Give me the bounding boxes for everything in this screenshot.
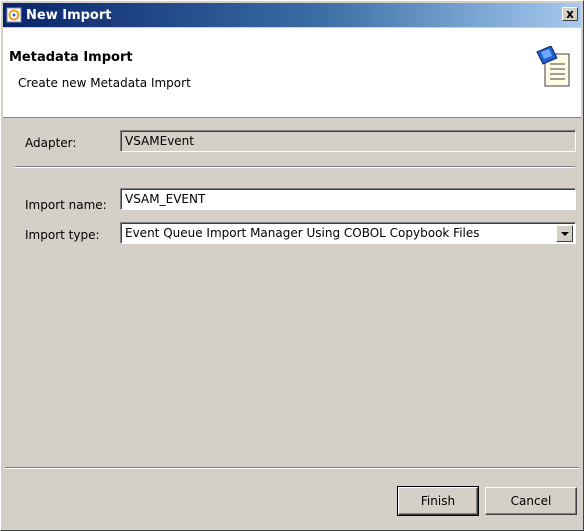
import-type-value: Event Queue Import Manager Using COBOL C… bbox=[125, 226, 480, 240]
cancel-button[interactable]: Cancel bbox=[485, 487, 577, 515]
adapter-field: VSAMEvent bbox=[120, 130, 576, 152]
header-description: Create new Metadata Import bbox=[18, 76, 191, 90]
import-type-label: Import type: bbox=[25, 228, 100, 242]
import-name-label: Import name: bbox=[25, 198, 107, 212]
close-button[interactable]: x bbox=[562, 7, 578, 21]
app-icon bbox=[6, 7, 22, 23]
header-title: Metadata Import bbox=[9, 50, 133, 65]
import-type-select[interactable]: Event Queue Import Manager Using COBOL C… bbox=[120, 222, 576, 244]
new-import-dialog: New Import x Metadata Import Create new … bbox=[0, 0, 584, 531]
title-bar[interactable]: New Import x bbox=[3, 3, 581, 27]
footer-separator bbox=[5, 467, 579, 469]
chevron-down-icon[interactable] bbox=[556, 225, 573, 242]
window-title: New Import bbox=[26, 7, 112, 23]
dialog-header: Metadata Import Create new Metadata Impo… bbox=[3, 28, 581, 118]
finish-button[interactable]: Finish bbox=[397, 486, 479, 516]
separator bbox=[15, 166, 575, 168]
adapter-label: Adapter: bbox=[25, 136, 77, 150]
import-document-icon bbox=[535, 45, 571, 88]
import-name-input[interactable] bbox=[120, 188, 576, 210]
